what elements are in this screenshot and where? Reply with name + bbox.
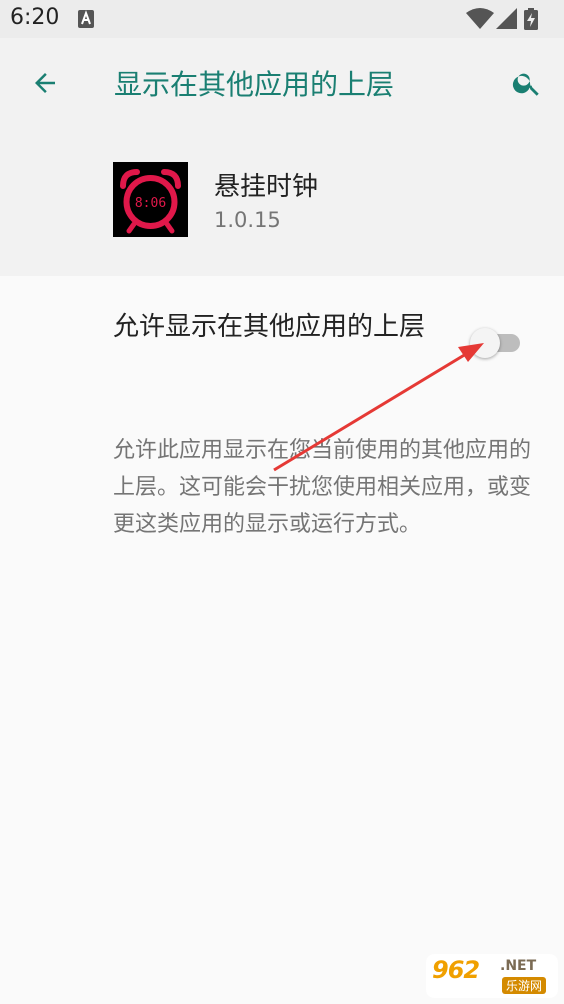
wifi-icon [466,8,494,29]
arrow-left-icon [35,73,55,93]
alarm-clock-icon: 8:06 [120,169,181,234]
app-name: 悬挂时钟 [214,172,319,202]
clock-digits: 8:06 [135,196,166,211]
status-bar: 6:20 [0,0,564,38]
app-icon: 8:06 [113,162,188,237]
app-header: 显示在其他应用的上层 8:06 悬挂时钟 1.0.15 [0,38,564,276]
page-title: 显示在其他应用的上层 [114,68,395,101]
watermark-site: 乐游网 [502,977,547,994]
search-button[interactable] [508,64,546,102]
watermark-suffix: .NET [500,958,537,974]
app-version: 1.0.15 [214,208,281,232]
setting-label: 允许显示在其他应用的上层 [113,312,426,342]
watermark-number: 962 [432,956,480,984]
text-a-icon [78,10,94,28]
battery-charging-icon [524,8,538,30]
status-time: 6:20 [10,5,60,30]
signal-icon [496,8,517,29]
toggle-thumb [470,328,500,358]
search-icon [512,73,539,96]
back-button[interactable] [26,64,64,102]
overlay-toggle-switch[interactable] [470,328,522,358]
setting-row-allow-overlay[interactable]: 允许显示在其他应用的上层 [0,276,564,396]
watermark-logo: 962 .NET 乐游网 [426,954,558,998]
setting-description: 允许此应用显示在您当前使用的其他应用的上层。这可能会干扰您使用相关应用，或变更这… [113,438,532,537]
